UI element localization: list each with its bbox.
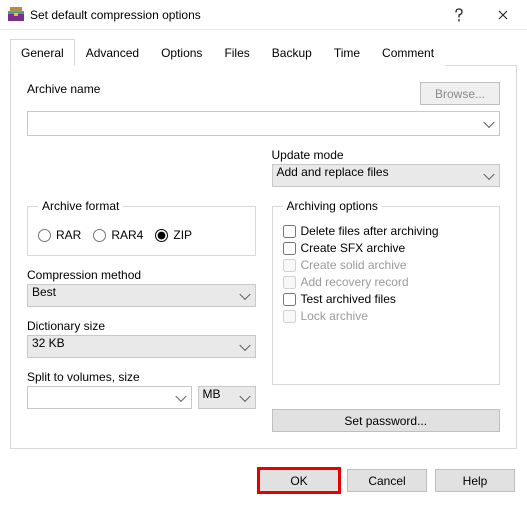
help-button[interactable] <box>437 0 481 30</box>
close-button[interactable] <box>481 0 525 30</box>
opt-solid: Create solid archive <box>283 258 490 272</box>
update-mode-value: Add and replace files <box>277 165 389 179</box>
update-mode-label: Update mode <box>272 148 501 162</box>
tab-comment[interactable]: Comment <box>371 39 445 66</box>
dictionary-size-select[interactable]: 32 KB <box>27 335 256 358</box>
window-title: Set default compression options <box>30 8 437 22</box>
dialog-content: General Advanced Options Files Backup Ti… <box>0 30 527 459</box>
titlebar: Set default compression options <box>0 0 527 30</box>
archive-name-input[interactable] <box>27 111 500 136</box>
dictionary-size-label: Dictionary size <box>27 319 256 333</box>
tab-time[interactable]: Time <box>323 39 371 66</box>
opt-recovery: Add recovery record <box>283 275 490 289</box>
archive-format-group: Archive format RAR RAR4 ZIP <box>27 199 256 256</box>
tab-general[interactable]: General <box>10 39 75 66</box>
dictionary-size-value: 32 KB <box>32 336 65 350</box>
format-zip[interactable]: ZIP <box>155 228 192 242</box>
archive-name-field-wrap <box>27 111 500 136</box>
opt-lock: Lock archive <box>283 309 490 323</box>
cancel-button[interactable]: Cancel <box>347 469 427 492</box>
archive-format-legend: Archive format <box>38 199 123 213</box>
tab-options[interactable]: Options <box>150 39 213 66</box>
split-unit-select[interactable]: MB <box>198 386 256 409</box>
opt-delete-after[interactable]: Delete files after archiving <box>283 224 490 238</box>
format-rar[interactable]: RAR <box>38 228 81 242</box>
archiving-options-legend: Archiving options <box>283 199 382 213</box>
compression-method-select[interactable]: Best <box>27 284 256 307</box>
dialog-footer: OK Cancel Help <box>0 459 527 502</box>
tab-files[interactable]: Files <box>213 39 260 66</box>
ok-button[interactable]: OK <box>259 469 339 492</box>
tab-backup[interactable]: Backup <box>261 39 323 66</box>
tab-advanced[interactable]: Advanced <box>75 39 150 66</box>
format-rar4[interactable]: RAR4 <box>93 228 143 242</box>
split-label: Split to volumes, size <box>27 370 256 384</box>
archiving-options-group: Archiving options Delete files after arc… <box>272 199 501 385</box>
browse-button[interactable]: Browse... <box>420 82 500 105</box>
tab-panel-general: Archive name Browse... Update mode Add a… <box>10 66 517 449</box>
opt-create-sfx[interactable]: Create SFX archive <box>283 241 490 255</box>
tab-bar: General Advanced Options Files Backup Ti… <box>10 38 517 66</box>
archive-name-label: Archive name <box>27 82 404 96</box>
compression-method-label: Compression method <box>27 268 256 282</box>
split-size-input[interactable] <box>27 386 192 409</box>
help-button-footer[interactable]: Help <box>435 469 515 492</box>
app-icon <box>8 7 24 23</box>
opt-test[interactable]: Test archived files <box>283 292 490 306</box>
compression-method-value: Best <box>32 285 56 299</box>
update-mode-select[interactable]: Add and replace files <box>272 164 501 187</box>
set-password-button[interactable]: Set password... <box>272 409 501 432</box>
split-unit-value: MB <box>203 387 221 401</box>
